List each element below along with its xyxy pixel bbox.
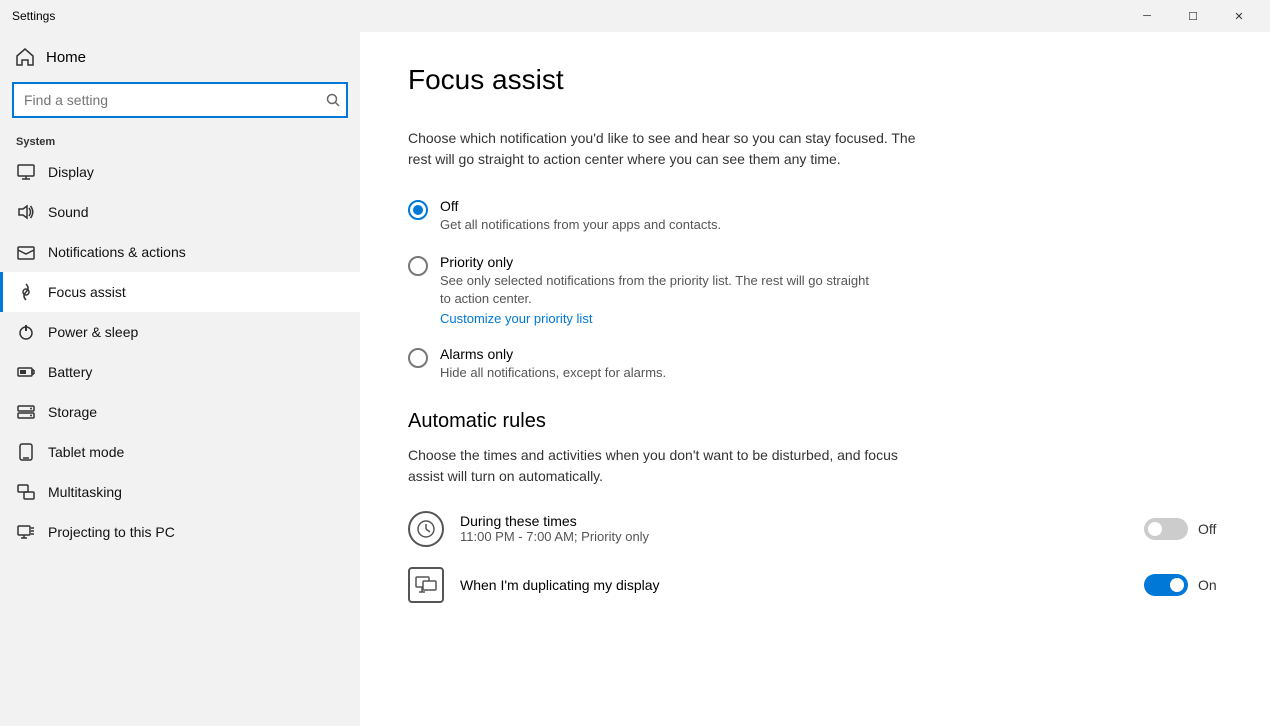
radio-off-circle[interactable]: [408, 200, 428, 220]
maximize-button[interactable]: ☐: [1170, 0, 1216, 32]
sidebar-item-focus[interactable]: Focus assist: [0, 272, 360, 312]
radio-off-label: Off: [440, 198, 721, 214]
radio-priority-labels: Priority only See only selected notifica…: [440, 254, 880, 325]
power-icon: [16, 322, 36, 342]
radio-off-sublabel: Get all notifications from your apps and…: [440, 216, 721, 234]
rule-duplicating-title: When I'm duplicating my display: [460, 577, 1128, 593]
app-title: Settings: [12, 9, 55, 23]
search-icon: [326, 93, 340, 107]
rule-during-times-sub: 11:00 PM - 7:00 AM; Priority only: [460, 529, 1128, 544]
sidebar-item-multitasking[interactable]: Multitasking: [0, 472, 360, 512]
rule-duplicating-text: When I'm duplicating my display: [460, 577, 1128, 593]
automatic-rules-desc: Choose the times and activities when you…: [408, 445, 928, 487]
sidebar: Home System Display Sou: [0, 32, 360, 726]
description: Choose which notification you'd like to …: [408, 128, 928, 170]
display-icon: [16, 162, 36, 182]
page-title: Focus assist: [408, 64, 1222, 96]
battery-icon: [16, 362, 36, 382]
display-label: Display: [48, 164, 94, 180]
rule-during-times-toggle-label: Off: [1198, 521, 1222, 537]
sidebar-item-power[interactable]: Power & sleep: [0, 312, 360, 352]
sound-icon: [16, 202, 36, 222]
app-body: Home System Display Sou: [0, 32, 1270, 726]
radio-alarms-label: Alarms only: [440, 346, 666, 362]
radio-priority-circle[interactable]: [408, 256, 428, 276]
sound-label: Sound: [48, 204, 88, 220]
home-label: Home: [46, 49, 86, 66]
automatic-rules-title: Automatic rules: [408, 410, 1222, 433]
minimize-button[interactable]: ─: [1124, 0, 1170, 32]
multitasking-label: Multitasking: [48, 484, 122, 500]
radio-alarms-labels: Alarms only Hide all notifications, exce…: [440, 346, 666, 382]
rule-duplicating-toggle-wrap: On: [1144, 574, 1222, 596]
sidebar-item-battery[interactable]: Battery: [0, 352, 360, 392]
storage-label: Storage: [48, 404, 97, 420]
radio-priority-label: Priority only: [440, 254, 880, 270]
tablet-icon: [16, 442, 36, 462]
storage-icon: [16, 402, 36, 422]
radio-priority-sublabel: See only selected notifications from the…: [440, 272, 880, 308]
tablet-label: Tablet mode: [48, 444, 124, 460]
clock-icon: [408, 511, 444, 547]
close-button[interactable]: ✕: [1216, 0, 1262, 32]
rule-during-times: During these times 11:00 PM - 7:00 AM; P…: [408, 511, 1222, 547]
rule-during-times-toggle-wrap: Off: [1144, 518, 1222, 540]
notifications-label: Notifications & actions: [48, 244, 186, 260]
sidebar-item-tablet[interactable]: Tablet mode: [0, 432, 360, 472]
radio-off-labels: Off Get all notifications from your apps…: [440, 198, 721, 234]
multitasking-icon: [16, 482, 36, 502]
notifications-icon: [16, 242, 36, 262]
power-label: Power & sleep: [48, 324, 138, 340]
search-input[interactable]: [12, 82, 348, 118]
sidebar-item-notifications[interactable]: Notifications & actions: [0, 232, 360, 272]
rule-during-times-text: During these times 11:00 PM - 7:00 AM; P…: [460, 513, 1128, 544]
radio-alarms: Alarms only Hide all notifications, exce…: [408, 346, 1222, 382]
sidebar-item-storage[interactable]: Storage: [0, 392, 360, 432]
focus-label: Focus assist: [48, 284, 126, 300]
projecting-label: Projecting to this PC: [48, 524, 175, 540]
rule-during-times-toggle[interactable]: [1144, 518, 1188, 540]
content-area: Focus assist Choose which notification y…: [360, 32, 1270, 726]
focus-icon: [16, 282, 36, 302]
sidebar-item-sound[interactable]: Sound: [0, 192, 360, 232]
duplicate-display-icon: [408, 567, 444, 603]
rule-during-times-title: During these times: [460, 513, 1128, 529]
radio-alarms-sublabel: Hide all notifications, except for alarm…: [440, 364, 666, 382]
sidebar-section-system: System: [0, 130, 360, 152]
customize-priority-link[interactable]: Customize your priority list: [440, 311, 880, 326]
sidebar-item-display[interactable]: Display: [0, 152, 360, 192]
sidebar-item-home[interactable]: Home: [0, 32, 360, 78]
projecting-icon: [16, 522, 36, 542]
rule-duplicating-toggle[interactable]: [1144, 574, 1188, 596]
home-icon: [16, 48, 34, 66]
titlebar: Settings ─ ☐ ✕: [0, 0, 1270, 32]
radio-alarms-circle[interactable]: [408, 348, 428, 368]
rule-duplicating-display: When I'm duplicating my display On: [408, 567, 1222, 603]
radio-off: Off Get all notifications from your apps…: [408, 198, 1222, 234]
window-controls: ─ ☐ ✕: [1124, 0, 1262, 32]
battery-label: Battery: [48, 364, 92, 380]
radio-priority: Priority only See only selected notifica…: [408, 254, 1222, 325]
sidebar-item-projecting[interactable]: Projecting to this PC: [0, 512, 360, 552]
rule-duplicating-toggle-label: On: [1198, 577, 1222, 593]
search-box: [12, 82, 348, 118]
